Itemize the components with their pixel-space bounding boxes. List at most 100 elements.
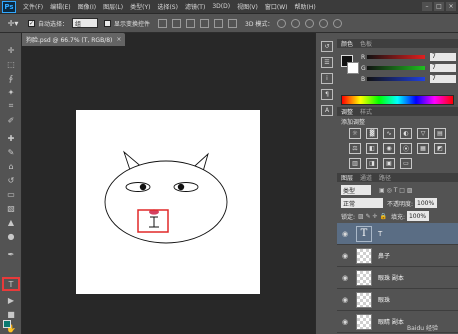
color-lookup-icon[interactable]: ▦ xyxy=(417,143,429,154)
slider-red-track[interactable] xyxy=(367,55,425,59)
menu-help[interactable]: 帮助(H) xyxy=(295,2,316,11)
canvas[interactable] xyxy=(76,110,260,294)
gradient-map-icon[interactable]: ▭ xyxy=(400,158,412,169)
tab-adjustments[interactable]: 调整 xyxy=(341,107,353,116)
layer-row[interactable]: ◉ 眼珠 xyxy=(337,289,458,311)
eye-icon[interactable]: ◉ xyxy=(339,318,351,326)
black-white-icon[interactable]: ◧ xyxy=(366,143,378,154)
3d-rotate-icon[interactable] xyxy=(277,18,287,28)
align-hcenter-icon[interactable] xyxy=(214,18,224,28)
move-tool-icon[interactable]: ✛▾ xyxy=(4,17,22,30)
menu-edit[interactable]: 编辑(E) xyxy=(50,2,70,11)
align-right-icon[interactable] xyxy=(228,18,238,28)
healing-brush-icon[interactable]: ✚ xyxy=(3,133,19,143)
blend-mode-dropdown[interactable]: 正常 xyxy=(341,198,383,208)
path-select-icon[interactable]: ▶ xyxy=(3,295,19,305)
document-tab[interactable]: 狗脸.psd @ 66.7% (T, RGB/8) × xyxy=(22,33,125,46)
brightness-icon[interactable]: ☼ xyxy=(349,128,361,139)
eye-icon[interactable]: ◉ xyxy=(339,296,351,304)
crop-tool-icon[interactable]: ⌗ xyxy=(3,101,19,111)
vibrance-icon[interactable]: ▽ xyxy=(417,128,429,139)
slider-red-value[interactable]: 7 xyxy=(430,53,456,61)
magic-wand-icon[interactable]: ✦ xyxy=(3,87,19,97)
tab-layers[interactable]: 图层 xyxy=(341,173,353,182)
menu-select[interactable]: 选择(S) xyxy=(157,2,178,11)
hue-saturation-icon[interactable]: ▤ xyxy=(434,128,446,139)
stamp-tool-icon[interactable]: ⌂ xyxy=(3,161,19,171)
slider-green-value[interactable]: 7 xyxy=(430,64,456,72)
history-brush-icon[interactable]: ↺ xyxy=(3,175,19,185)
dodge-tool-icon[interactable]: ● xyxy=(3,231,19,241)
opacity-field[interactable]: 100% xyxy=(415,198,438,208)
align-left-icon[interactable] xyxy=(200,18,210,28)
3d-roll-icon[interactable] xyxy=(291,18,301,28)
align-vcenter-icon[interactable] xyxy=(172,18,182,28)
layer-row[interactable]: ◉ T T xyxy=(337,223,458,245)
move-tool-icon[interactable]: ✛ xyxy=(3,45,19,55)
auto-select-checkbox[interactable]: ✓ xyxy=(28,19,35,27)
tab-styles[interactable]: 样式 xyxy=(360,107,372,116)
paragraph-panel-icon[interactable]: ¶ xyxy=(321,89,333,100)
lasso-tool-icon[interactable]: ∮ xyxy=(3,73,19,83)
tab-paths[interactable]: 路径 xyxy=(379,173,391,182)
color-spectrum[interactable] xyxy=(341,95,454,105)
eye-icon[interactable]: ◉ xyxy=(339,274,351,282)
shape-tool-icon[interactable]: ■ xyxy=(3,309,19,319)
history-panel-icon[interactable]: ↺ xyxy=(321,41,333,52)
auto-select-dropdown[interactable]: 组 xyxy=(72,18,99,28)
slider-blue-value[interactable]: 7 xyxy=(430,75,456,83)
lock-icons[interactable]: ▨ ✎ ✛ 🔒 xyxy=(358,213,387,220)
menu-3d[interactable]: 3D(D) xyxy=(212,3,230,10)
layer-row[interactable]: ◉ 眼睛 副本 xyxy=(337,311,458,333)
align-bottom-icon[interactable] xyxy=(186,18,196,28)
align-top-icon[interactable] xyxy=(158,18,168,28)
slider-green-track[interactable] xyxy=(367,66,425,70)
menu-image[interactable]: 图像(I) xyxy=(78,2,96,11)
close-window-button[interactable]: × xyxy=(446,2,456,11)
foreground-color-swatch[interactable] xyxy=(3,320,11,328)
pen-tool-icon[interactable]: ✒ xyxy=(3,249,19,259)
background-swatch[interactable] xyxy=(347,62,359,74)
selective-color-icon[interactable]: ▣ xyxy=(383,158,395,169)
minimize-button[interactable]: – xyxy=(422,2,432,11)
slider-blue-track[interactable] xyxy=(367,77,425,81)
3d-drag-icon[interactable] xyxy=(305,18,315,28)
tab-channels[interactable]: 通道 xyxy=(360,173,372,182)
layer-row[interactable]: ◉ 鼻子 xyxy=(337,245,458,267)
maximize-button[interactable]: □ xyxy=(434,2,444,11)
tab-swatches[interactable]: 色板 xyxy=(360,39,372,48)
close-document-icon[interactable]: × xyxy=(116,36,121,43)
menu-type[interactable]: 类型(Y) xyxy=(130,2,150,11)
exposure-icon[interactable]: ◐ xyxy=(400,128,412,139)
menu-view[interactable]: 视图(V) xyxy=(237,2,258,11)
menu-file[interactable]: 文件(F) xyxy=(23,2,43,11)
blur-tool-icon[interactable]: ▲ xyxy=(3,217,19,227)
brush-tool-icon[interactable]: ✎ xyxy=(3,147,19,157)
eyedropper-icon[interactable]: ✐ xyxy=(3,115,19,125)
properties-panel-icon[interactable]: ☰ xyxy=(321,57,333,68)
eye-icon[interactable]: ◉ xyxy=(339,230,351,238)
threshold-icon[interactable]: ◨ xyxy=(366,158,378,169)
info-panel-icon[interactable]: i xyxy=(321,73,333,84)
3d-scale-icon[interactable] xyxy=(333,18,343,28)
posterize-icon[interactable]: ▥ xyxy=(349,158,361,169)
eye-icon[interactable]: ◉ xyxy=(339,252,351,260)
menu-window[interactable]: 窗口(W) xyxy=(265,2,288,11)
eraser-tool-icon[interactable]: ▭ xyxy=(3,189,19,199)
character-panel-icon[interactable]: A xyxy=(321,105,333,116)
filter-icons[interactable]: ▣ ◎ T □ ▨ xyxy=(379,187,413,194)
curves-icon[interactable]: ∿ xyxy=(383,128,395,139)
fill-field[interactable]: 100% xyxy=(406,211,429,221)
invert-icon[interactable]: ◩ xyxy=(434,143,446,154)
layer-row[interactable]: ◉ 眼珠 副本 xyxy=(337,267,458,289)
gradient-tool-icon[interactable]: ▧ xyxy=(3,203,19,213)
menu-layer[interactable]: 图层(L) xyxy=(103,2,123,11)
menu-filter[interactable]: 滤镜(T) xyxy=(185,2,205,11)
3d-slide-icon[interactable] xyxy=(319,18,329,28)
show-transform-checkbox[interactable] xyxy=(104,19,112,27)
layer-kind-filter[interactable]: 类型 xyxy=(341,185,371,195)
channel-mixer-icon[interactable]: ⦿ xyxy=(400,143,412,154)
tab-color[interactable]: 颜色 xyxy=(341,39,353,48)
levels-icon[interactable]: ▓ xyxy=(366,128,378,139)
marquee-tool-icon[interactable]: ⬚ xyxy=(3,59,19,69)
